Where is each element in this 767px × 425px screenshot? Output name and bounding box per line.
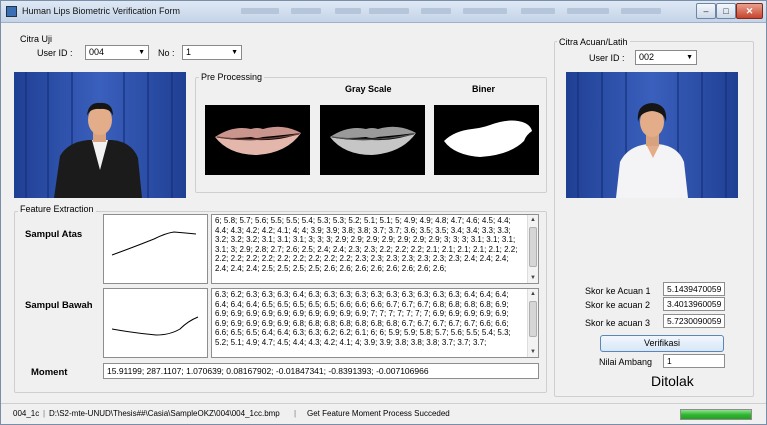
verification-result: Ditolak (651, 373, 694, 389)
user-id-combo[interactable]: 004 ▼ (85, 45, 149, 60)
minimize-button[interactable]: – (696, 3, 716, 19)
title-ghost-glyph (241, 8, 279, 14)
scroll-thumb[interactable] (529, 301, 537, 337)
status-path: D:\S2-mte-UNUD\Thesis##\Casia\SampleOKZ\… (49, 409, 280, 418)
verifikasi-button[interactable]: Verifikasi (600, 335, 724, 352)
title-ghost-glyph (521, 8, 555, 14)
no-combo[interactable]: 1 ▼ (182, 45, 242, 60)
lips-color-image (205, 105, 310, 175)
gray-scale-label: Gray Scale (345, 84, 392, 94)
acuan-user-id-label: User ID : (589, 53, 625, 63)
chevron-down-icon: ▼ (138, 49, 145, 56)
status-file-id: 004_1c (13, 409, 40, 418)
title-ghost-glyph (463, 8, 507, 14)
sampul-atas-scrollbar[interactable]: ▲ ▼ (527, 215, 538, 283)
sampul-atas-plot (103, 214, 208, 284)
scroll-up-icon[interactable]: ▲ (528, 215, 538, 225)
acuan-user-id-value: 002 (639, 52, 655, 62)
reference-photo (566, 72, 738, 198)
skor3-field[interactable]: 5.7230090059 (663, 314, 725, 328)
no-label: No : (158, 48, 175, 58)
acuan-user-id-combo[interactable]: 002 ▼ (635, 50, 697, 65)
citra-uji-label: Citra Uji (20, 34, 53, 44)
sampul-atas-text: 6; 5.8; 5.7; 5.6; 5.5; 5.5; 5.4; 5.3; 5.… (215, 216, 518, 273)
sampul-atas-textarea[interactable]: 6; 5.8; 5.7; 5.6; 5.5; 5.5; 5.4; 5.3; 5.… (211, 214, 539, 284)
user-id-label: User ID : (37, 48, 73, 58)
lips-binary-image (434, 105, 539, 175)
test-photo (14, 72, 186, 198)
title-ghost-glyph (567, 8, 609, 14)
close-button[interactable]: ✕ (736, 3, 763, 19)
main-window: Human Lips Biometric Verification Form –… (0, 0, 767, 425)
sampul-atas-label: Sampul Atas (25, 229, 83, 240)
status-divider: | (43, 409, 46, 418)
sampul-bawah-plot (103, 288, 208, 358)
skor2-label: Skor ke acuan 2 (585, 300, 651, 310)
feature-extraction-label: Feature Extraction (18, 204, 96, 214)
sampul-bawah-label: Sampul Bawah (25, 300, 93, 311)
nilai-ambang-label: Nilai Ambang (599, 357, 653, 367)
nilai-ambang-field[interactable]: 1 (663, 354, 725, 368)
maximize-button[interactable]: □ (716, 3, 736, 19)
skor1-label: Skor ke Acuan 1 (585, 286, 651, 296)
title-ghost-glyph (421, 8, 451, 14)
status-divider: | (294, 409, 297, 418)
title-ghost-glyph (369, 8, 409, 14)
scroll-down-icon[interactable]: ▼ (528, 347, 538, 357)
title-ghost-glyph (621, 8, 661, 14)
citra-acuan-label: Citra Acuan/Latih (557, 37, 630, 47)
title-ghost-glyph (291, 8, 321, 14)
pre-processing-label: Pre Processing (199, 72, 265, 82)
user-id-value: 004 (89, 47, 105, 57)
sampul-bawah-textarea[interactable]: 6.3; 6.2; 6.3; 6.3; 6.3; 6.4; 6.3; 6.3; … (211, 288, 539, 358)
biner-label: Biner (472, 84, 496, 94)
title-bar: Human Lips Biometric Verification Form –… (1, 1, 766, 23)
chevron-down-icon: ▼ (231, 49, 238, 56)
lips-grayscale-image (320, 105, 425, 175)
sampul-bawah-scrollbar[interactable]: ▲ ▼ (527, 289, 538, 357)
progress-fill (681, 410, 751, 419)
status-progress-bar (680, 409, 752, 420)
chevron-down-icon: ▼ (686, 54, 693, 61)
moment-label: Moment (31, 367, 68, 378)
app-icon (6, 6, 17, 17)
skor3-label: Skor ke acuan 3 (585, 318, 651, 328)
moment-field[interactable]: 15.91199; 287.1107; 1.070639; 0.08167902… (103, 363, 539, 379)
sampul-bawah-text: 6.3; 6.2; 6.3; 6.3; 6.3; 6.4; 6.3; 6.3; … (215, 290, 511, 347)
scroll-up-icon[interactable]: ▲ (528, 289, 538, 299)
status-message: Get Feature Moment Process Succeded (307, 409, 450, 418)
skor2-field[interactable]: 3.4013960059 (663, 297, 725, 311)
title-ghost-glyph (335, 8, 361, 14)
no-value: 1 (186, 47, 192, 57)
scroll-down-icon[interactable]: ▼ (528, 273, 538, 283)
skor1-field[interactable]: 5.1439470059 (663, 282, 725, 296)
scroll-thumb[interactable] (529, 227, 537, 267)
status-bar: 004_1c | D:\S2-mte-UNUD\Thesis##\Casia\S… (1, 403, 766, 424)
window-title: Human Lips Biometric Verification Form (22, 6, 181, 16)
